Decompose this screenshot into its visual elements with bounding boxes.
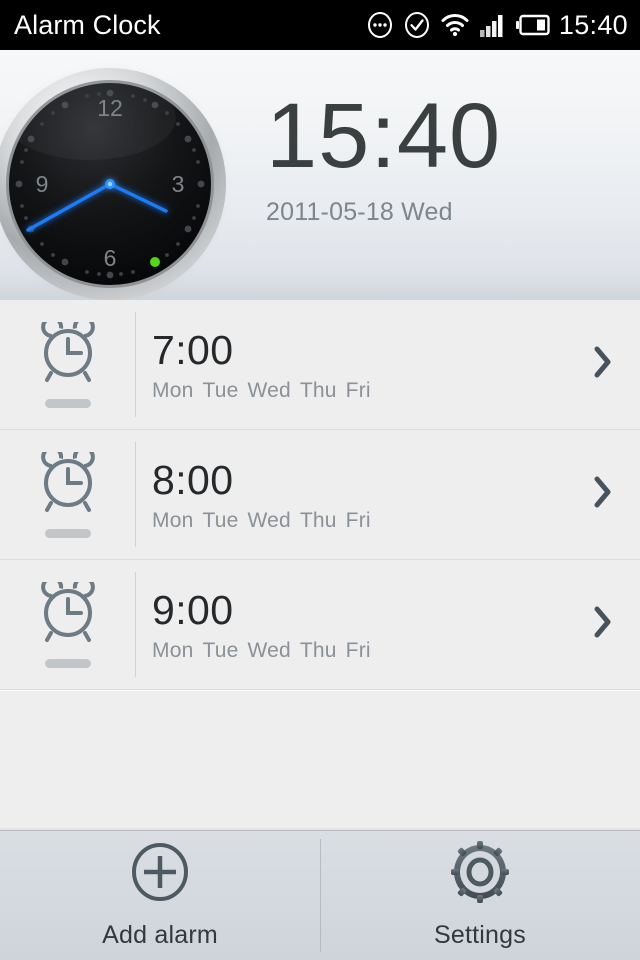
alarm-day: Fri (345, 508, 371, 532)
chevron-right-icon (592, 475, 614, 514)
clock-numeral-12: 12 (97, 95, 123, 121)
alarm-clock-icon (37, 315, 99, 393)
alarm-day: Wed (247, 638, 291, 662)
alarm-list-item[interactable]: 8:00 Mon Tue Wed Thu Fri (0, 430, 640, 561)
alarm-icon-shadow-bar (45, 528, 91, 538)
alarm-day: Tue (202, 638, 239, 662)
digital-date: 2011-05-18 Wed (266, 198, 453, 226)
alarm-icon-cell (0, 560, 136, 689)
alarm-day: Tue (202, 378, 239, 402)
clock-numeral-6: 6 (104, 245, 117, 271)
add-alarm-button[interactable]: Add alarm (0, 831, 320, 960)
alarm-day: Thu (299, 508, 337, 532)
alarm-chevron-cell[interactable] (566, 475, 640, 514)
alarm-list: 7:00 Mon Tue Wed Thu Fri 8:00 Mon Tue We… (0, 300, 640, 830)
alarm-day: Wed (247, 378, 291, 402)
alarm-days: Mon Tue Wed Thu Fri (152, 509, 566, 533)
alarm-icon-shadow-bar (45, 398, 91, 408)
alarm-days: Mon Tue Wed Thu Fri (152, 639, 566, 663)
alarm-day: Fri (345, 638, 371, 662)
alarm-icon-cell (0, 430, 136, 559)
bottom-toolbar: Add alarm Settings (0, 828, 640, 960)
clock-numeral-3: 3 (172, 171, 185, 197)
alarm-day: Mon (152, 508, 194, 532)
alarm-text-cell: 9:00 Mon Tue Wed Thu Fri (136, 587, 566, 663)
settings-button[interactable]: Settings (320, 831, 640, 960)
alarm-day: Mon (152, 638, 194, 662)
alarm-day: Thu (299, 378, 337, 402)
alarm-list-item[interactable]: 9:00 Mon Tue Wed Thu Fri (0, 560, 640, 691)
alarm-text-cell: 7:00 Mon Tue Wed Thu Fri (136, 327, 566, 403)
check-circle-icon (403, 11, 431, 39)
status-icon-group (366, 11, 550, 39)
alarm-time: 9:00 (152, 586, 234, 633)
analog-clock-widget[interactable]: 12 3 6 9 (0, 60, 234, 300)
wifi-icon (440, 12, 470, 38)
chevron-right-icon (592, 605, 614, 644)
alarm-days: Mon Tue Wed Thu Fri (152, 379, 566, 403)
alarm-day: Mon (152, 378, 194, 402)
alarm-clock-icon (37, 575, 99, 653)
digital-time: 15:40 (266, 85, 502, 187)
alarm-list-item[interactable]: 7:00 Mon Tue Wed Thu Fri (0, 300, 640, 431)
settings-label: Settings (434, 921, 526, 949)
alarm-chevron-cell[interactable] (566, 605, 640, 644)
alarm-time: 7:00 (152, 326, 234, 373)
battery-icon (515, 13, 550, 37)
alarm-icon-cell (0, 300, 136, 429)
plus-circle-icon (129, 841, 191, 908)
notification-ellipsis-icon (366, 11, 394, 39)
alarm-day: Fri (345, 378, 371, 402)
clock-numeral-9: 9 (36, 171, 49, 197)
add-alarm-label: Add alarm (102, 921, 218, 949)
alarm-day: Wed (247, 508, 291, 532)
chevron-right-icon (592, 345, 614, 384)
status-bar-clock: 15:40 (558, 9, 628, 40)
alarm-clock-icon (37, 445, 99, 523)
digital-clock-block: 15:40 2011-05-18 Wed (266, 88, 501, 227)
alarm-time: 8:00 (152, 456, 234, 503)
gear-icon (450, 841, 510, 908)
alarm-list-empty-area (0, 690, 640, 830)
status-bar: Alarm Clock 15:40 (0, 0, 640, 50)
clock-header-panel: 12 3 6 9 15:40 2011-05-18 Wed (0, 50, 640, 300)
alarm-day: Thu (299, 638, 337, 662)
alarm-icon-shadow-bar (45, 658, 91, 668)
alarm-chevron-cell[interactable] (566, 345, 640, 384)
alarm-text-cell: 8:00 Mon Tue Wed Thu Fri (136, 457, 566, 533)
signal-bars-icon (479, 12, 507, 38)
app-title: Alarm Clock (14, 9, 161, 40)
alarm-day: Tue (202, 508, 239, 532)
